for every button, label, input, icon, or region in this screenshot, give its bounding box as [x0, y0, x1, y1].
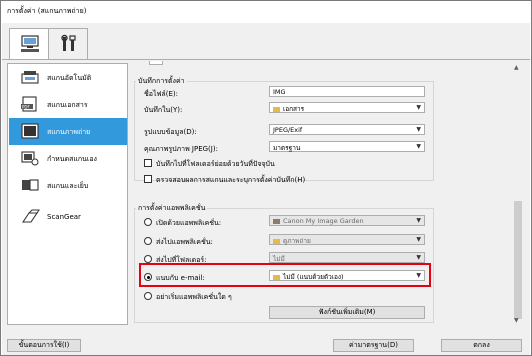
format-select[interactable]: JPEG/Exif ▼: [269, 124, 425, 135]
chevron-down-icon: ▼: [416, 217, 421, 224]
check-results-label: ตรวจสอบผลการสแกนและระบุการตั้งค่าบันทึก(…: [156, 176, 306, 184]
svg-text:PDF: PDF: [22, 104, 30, 109]
sidebar-item-scangear[interactable]: ScanGear: [9, 204, 127, 231]
jpeg-quality-label: คุณภาพรูปภาพ JPEG(J):: [144, 145, 218, 153]
sidebar-item-stitch[interactable]: สแกนและเย็บ: [9, 172, 127, 199]
sidebar-item-photo[interactable]: สแกนภาพถ่าย: [9, 118, 127, 145]
auto-scan-icon: [21, 71, 39, 84]
send-to-folder-radio[interactable]: [144, 255, 152, 263]
savein-select[interactable]: เอกสาร ▼: [269, 102, 425, 113]
filename-input[interactable]: IMG: [269, 86, 425, 97]
scanner-pc-icon: [21, 35, 39, 52]
image-garden-icon: [273, 218, 280, 224]
folder-icon: [273, 238, 280, 244]
send-to-app-label: ส่งไปแอพพลิเคชั่น:: [156, 238, 213, 246]
subfolder-label: บันทึกไปที่โฟลเดอร์ย่อยด้วยวันที่ปัจจุบั…: [156, 160, 275, 168]
scroll-down-icon[interactable]: ▼: [514, 317, 519, 324]
custom-scan-icon: [21, 151, 39, 166]
send-to-app-radio[interactable]: [144, 237, 152, 245]
content-scrollbar[interactable]: ▲ ▼: [512, 63, 524, 325]
scroll-up-icon[interactable]: ▲: [514, 64, 519, 71]
app-settings-title: การตั้งค่าแอพพลิเคชั่น: [136, 203, 208, 214]
tab-scan-from-computer[interactable]: [9, 28, 49, 60]
pdf-document-icon: PDF: [21, 96, 37, 112]
photo-icon: [21, 123, 39, 139]
no-app-radio[interactable]: [144, 292, 152, 300]
subfolder-checkbox[interactable]: [144, 159, 152, 167]
jpeg-quality-select[interactable]: มาตรฐาน ▼: [269, 141, 425, 152]
send-to-folder-select[interactable]: ไม่มี ▼: [269, 252, 425, 263]
chevron-down-icon: ▼: [416, 143, 421, 150]
folder-icon: [273, 106, 280, 112]
stitch-icon: [22, 179, 39, 191]
settings-window: การตั้งค่า (สแกนภาพถ่าย) สแกนอัตโนมัติ P…: [0, 0, 532, 356]
chevron-down-icon: ▼: [416, 236, 421, 243]
scangear-icon: [21, 209, 40, 223]
save-settings-title: บันทึกการตั้งค่า: [136, 76, 187, 87]
tools-icon: [61, 34, 76, 51]
chevron-down-icon: ▼: [416, 254, 421, 261]
open-with-app-label: เปิดด้วยแอพพลิเคชั่น:: [156, 219, 222, 227]
defaults-button[interactable]: ค่ามาตรฐาน(D): [333, 339, 414, 352]
filename-label: ชื่อไฟล์(E):: [144, 90, 178, 98]
scrollbar-thumb[interactable]: [514, 201, 522, 319]
window-title: การตั้งค่า (สแกนภาพถ่าย): [7, 7, 87, 15]
cut-off-control: [149, 61, 163, 65]
send-to-app-select[interactable]: ดูภาพถ่าย ▼: [269, 234, 425, 245]
chevron-down-icon: ▼: [416, 104, 421, 111]
sidebar-item-auto-scan[interactable]: สแกนอัตโนมัติ: [9, 64, 127, 91]
email-highlight-box: [139, 263, 431, 287]
open-with-app-radio[interactable]: [144, 218, 152, 226]
instructions-button[interactable]: ขั้นตอนการใช้(I): [7, 339, 81, 352]
format-label: รูปแบบข้อมูล(D):: [144, 128, 197, 136]
ok-button[interactable]: ตกลง: [441, 339, 522, 352]
chevron-down-icon: ▼: [416, 126, 421, 133]
savein-label: บันทึกใน(Y):: [144, 106, 183, 114]
sidebar-item-custom[interactable]: กำหนดสแกนเอง: [9, 145, 127, 172]
tab-general-settings[interactable]: [48, 28, 88, 60]
title-bar: การตั้งค่า (สแกนภาพถ่าย): [1, 1, 531, 23]
no-app-label: อย่าเริ่มแอพพลิเคชั่นใด ๆ: [156, 293, 232, 301]
sidebar-item-document[interactable]: PDF สแกนเอกสาร: [9, 91, 127, 118]
scan-type-sidebar: สแกนอัตโนมัติ PDF สแกนเอกสาร สแกนภาพถ่าย: [7, 63, 128, 325]
check-results-checkbox[interactable]: [144, 175, 152, 183]
open-with-app-select[interactable]: Canon My Image Garden ▼: [269, 215, 425, 226]
more-functions-button[interactable]: ฟังก์ชันเพิ่มเติม(M): [269, 306, 425, 319]
